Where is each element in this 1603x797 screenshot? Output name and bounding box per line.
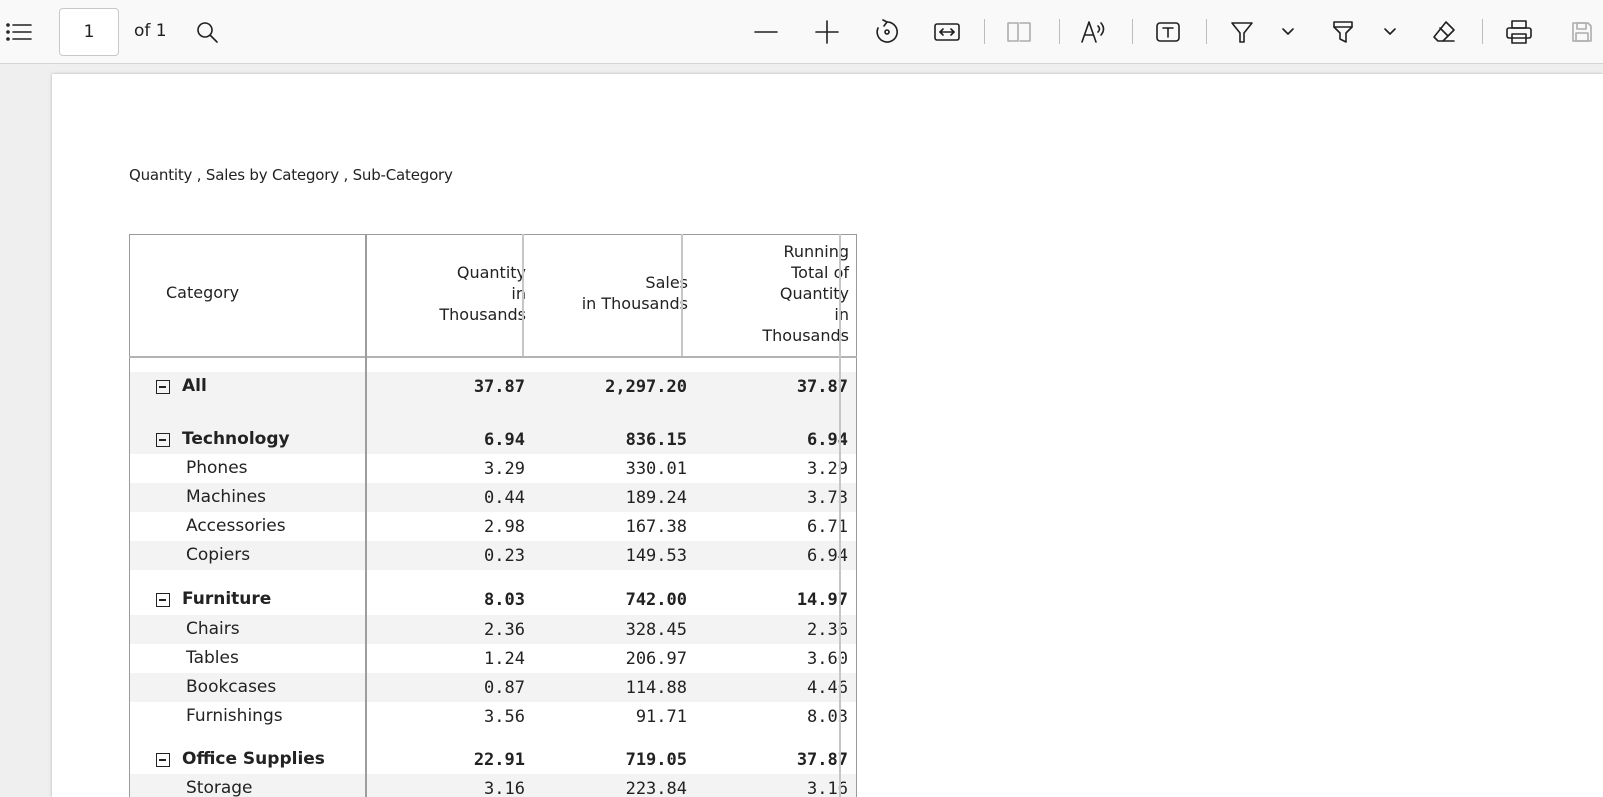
row-running-total: 3.60 xyxy=(807,649,848,669)
row-quantity: 0.44 xyxy=(484,488,525,508)
pdf-page: Quantity , Sales by Category , Sub-Categ… xyxy=(52,74,1603,797)
row-quantity: 3.16 xyxy=(484,779,525,797)
row-quantity: 37.87 xyxy=(473,377,525,397)
row-label: Machines xyxy=(186,487,267,507)
row-label: Furnishings xyxy=(186,706,283,726)
draw-icon[interactable] xyxy=(1224,14,1260,50)
row-quantity: 8.03 xyxy=(484,590,525,610)
table-row: Tables 1.24 206.97 3.60 xyxy=(130,644,856,673)
pdf-toolbar: of 1 xyxy=(0,0,1603,64)
row-quantity: 2.98 xyxy=(484,517,525,537)
row-running-total: 2.36 xyxy=(807,620,848,640)
row-sales: 2,297.20 xyxy=(605,377,687,397)
header-sales: Sales in Thousands xyxy=(581,273,688,313)
row-running-total: 3.16 xyxy=(807,779,848,797)
row-label: Copiers xyxy=(186,545,251,565)
row-label: Phones xyxy=(186,458,248,478)
save-icon[interactable] xyxy=(1564,14,1600,50)
table-row: Machines 0.44 189.24 3.73 xyxy=(130,483,856,512)
row-quantity: 2.36 xyxy=(484,620,525,640)
highlight-chevron-down-icon[interactable] xyxy=(1377,14,1403,50)
table-group-row: Furniture 8.03 742.00 14.97 xyxy=(130,585,856,614)
row-running-total: 6.94 xyxy=(807,430,848,450)
draw-chevron-down-icon[interactable] xyxy=(1275,14,1301,50)
collapse-toggle-icon[interactable] xyxy=(156,433,170,447)
row-quantity: 3.29 xyxy=(484,459,525,479)
zoom-in-icon[interactable] xyxy=(809,14,845,50)
collapse-toggle-icon[interactable] xyxy=(156,593,170,607)
row-sales: 114.88 xyxy=(625,678,687,698)
row-quantity: 3.56 xyxy=(484,707,525,727)
row-label: Office Supplies xyxy=(182,749,325,769)
row-sales: 149.53 xyxy=(625,546,687,566)
row-sales: 189.24 xyxy=(625,488,687,508)
row-sales: 206.97 xyxy=(625,649,687,669)
row-quantity: 0.23 xyxy=(484,546,525,566)
row-quantity: 6.94 xyxy=(484,430,525,450)
table-row: Storage 3.16 223.84 3.16 xyxy=(130,774,856,797)
table-row: Chairs 2.36 328.45 2.36 xyxy=(130,615,856,644)
matrix-table: Category Quantity in Thousands Sales in … xyxy=(129,234,857,797)
row-running-total: 3.73 xyxy=(807,488,848,508)
row-quantity: 0.87 xyxy=(484,678,525,698)
row-running-total: 8.03 xyxy=(807,707,848,727)
eraser-icon[interactable] xyxy=(1426,14,1462,50)
table-row: Phones 3.29 330.01 3.29 xyxy=(130,454,856,483)
row-label: Chairs xyxy=(186,619,240,639)
table-row: Furnishings 3.56 91.71 8.03 xyxy=(130,702,856,731)
page-count: of 1 xyxy=(134,21,167,41)
row-sales: 91.71 xyxy=(635,707,687,727)
search-icon[interactable] xyxy=(189,14,225,50)
table-row: Copiers 0.23 149.53 6.94 xyxy=(130,541,856,570)
table-group-row: Office Supplies 22.91 719.05 37.87 xyxy=(130,745,856,774)
report-title: Quantity , Sales by Category , Sub-Categ… xyxy=(129,166,453,184)
table-group-row: All 37.87 2,297.20 37.87 xyxy=(130,372,856,401)
row-sales: 328.45 xyxy=(625,620,687,640)
row-running-total: 6.94 xyxy=(807,546,848,566)
highlight-icon[interactable] xyxy=(1325,14,1361,50)
row-label: Accessories xyxy=(186,516,286,536)
contents-icon[interactable] xyxy=(1,14,37,50)
page-number-input[interactable] xyxy=(59,8,119,56)
header-running-total: Running Total of Quantity in Thousands xyxy=(762,242,849,345)
row-sales: 836.15 xyxy=(625,430,687,450)
print-icon[interactable] xyxy=(1501,14,1537,50)
collapse-toggle-icon[interactable] xyxy=(156,753,170,767)
row-sales: 223.84 xyxy=(625,779,687,797)
row-running-total: 4.46 xyxy=(807,678,848,698)
row-label: Tables xyxy=(186,648,239,668)
two-page-icon[interactable] xyxy=(1001,14,1037,50)
row-sales: 330.01 xyxy=(625,459,687,479)
row-sales: 742.00 xyxy=(625,590,687,610)
row-sales: 719.05 xyxy=(625,750,687,770)
read-aloud-icon[interactable] xyxy=(1076,14,1112,50)
row-quantity: 22.91 xyxy=(473,750,525,770)
row-quantity: 1.24 xyxy=(484,649,525,669)
row-running-total: 3.29 xyxy=(807,459,848,479)
row-label: Bookcases xyxy=(186,677,277,697)
header-category: Category xyxy=(166,283,240,302)
rotate-icon[interactable] xyxy=(869,14,905,50)
row-label: All xyxy=(182,376,207,396)
fit-width-icon[interactable] xyxy=(929,14,965,50)
table-row: Bookcases 0.87 114.88 4.46 xyxy=(130,673,856,702)
text-box-icon[interactable] xyxy=(1150,14,1186,50)
zoom-out-icon[interactable] xyxy=(748,14,784,50)
row-running-total: 6.71 xyxy=(807,517,848,537)
row-label: Furniture xyxy=(182,589,272,609)
row-label: Storage xyxy=(186,778,253,797)
row-label: Technology xyxy=(182,429,290,449)
row-sales: 167.38 xyxy=(625,517,687,537)
header-quantity: Quantity in Thousands xyxy=(439,263,526,324)
table-group-row: Technology 6.94 836.15 6.94 xyxy=(130,425,856,454)
table-row: Accessories 2.98 167.38 6.71 xyxy=(130,512,856,541)
collapse-toggle-icon[interactable] xyxy=(156,380,170,394)
